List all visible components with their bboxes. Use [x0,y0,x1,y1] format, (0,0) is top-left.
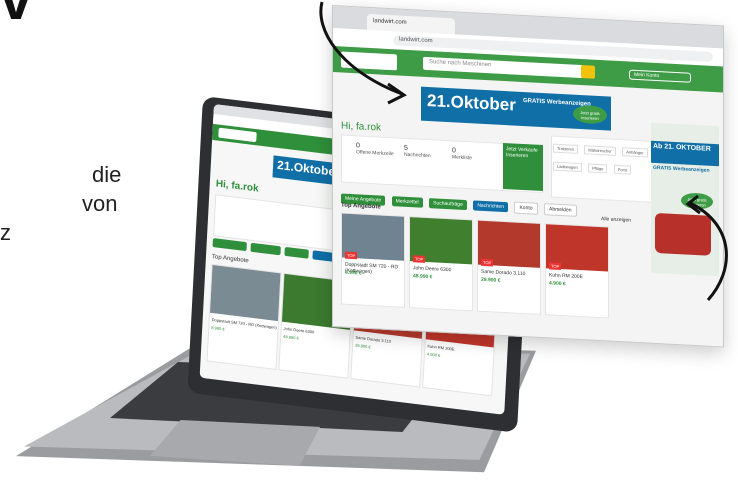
arrow-top [319,1,403,96]
arrow-top-head [387,82,407,105]
annotation-arrows [319,1,728,302]
arrow-right [689,201,728,302]
